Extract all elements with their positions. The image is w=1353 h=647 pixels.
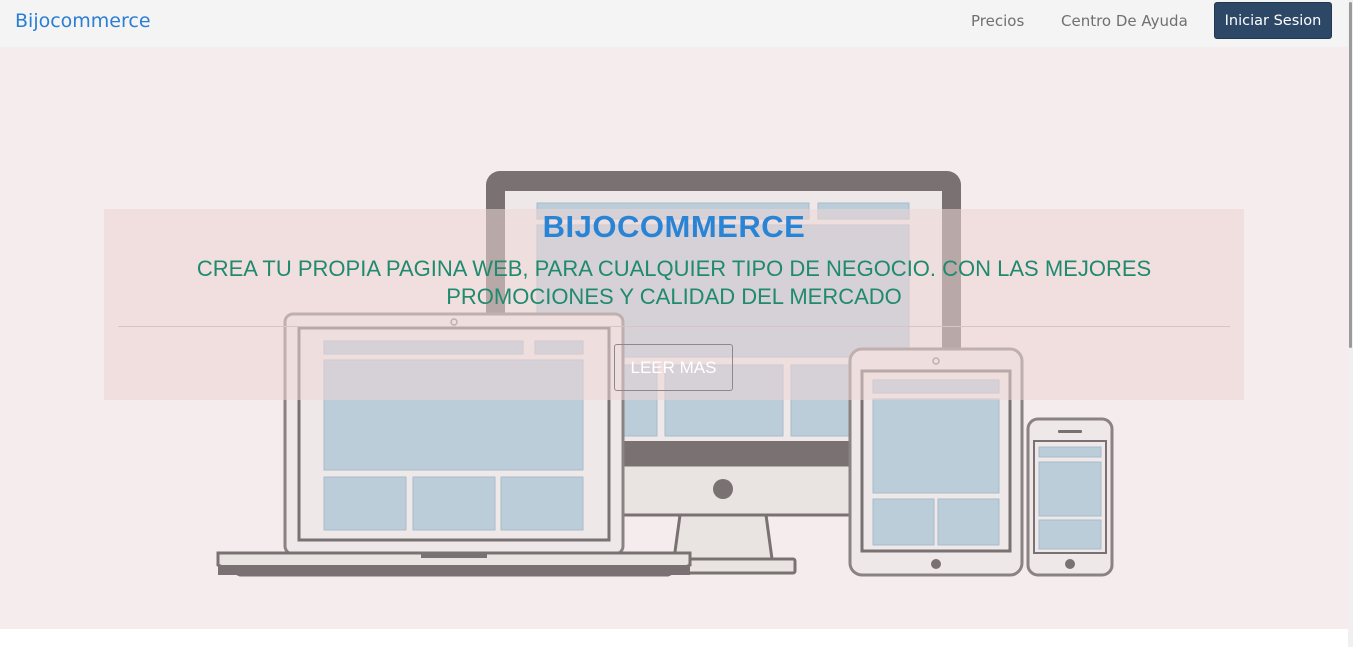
brand-link[interactable]: Bijocommerce xyxy=(15,10,151,32)
top-navbar: Bijocommerce Precios Centro De Ayuda Ini… xyxy=(0,0,1348,47)
phone-icon xyxy=(1026,417,1114,577)
hero-divider xyxy=(118,326,1230,327)
hero-subtitle: CREA TU PROPIA PAGINA WEB, PARA CUALQUIE… xyxy=(196,256,1152,309)
hero-title: BIJOCOMMERCE xyxy=(542,209,806,244)
read-more-button[interactable]: LEER MAS xyxy=(614,344,733,391)
login-button[interactable]: Iniciar Sesion xyxy=(1214,2,1332,39)
nav-link-centro-de-ayuda[interactable]: Centro De Ayuda xyxy=(1061,12,1188,30)
hero-overlay: BIJOCOMMERCE CREA TU PROPIA PAGINA WEB, … xyxy=(104,209,1244,400)
scrollbar-thumb[interactable] xyxy=(1349,2,1352,348)
nav-link-precios[interactable]: Precios xyxy=(971,12,1024,30)
hero-section: BIJOCOMMERCE CREA TU PROPIA PAGINA WEB, … xyxy=(0,47,1348,629)
